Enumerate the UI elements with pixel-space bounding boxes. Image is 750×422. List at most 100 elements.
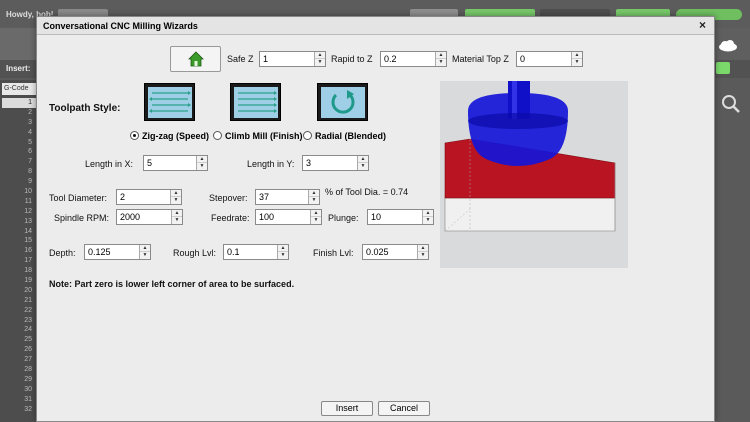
gcode-line-number: 10 <box>24 188 32 196</box>
increment-icon[interactable]: ▲ <box>140 245 150 252</box>
plunge-input[interactable]: 10 ▲ ▼ <box>367 209 434 225</box>
decrement-icon[interactable]: ▼ <box>315 59 325 66</box>
increment-icon[interactable]: ▲ <box>197 156 207 163</box>
zigzag-radio-label: Zig-zag (Speed) <box>142 131 209 141</box>
radial-icon <box>321 87 365 118</box>
radio-selected-icon <box>130 131 139 140</box>
increment-icon[interactable]: ▲ <box>358 156 368 163</box>
background-right-panel <box>715 78 750 422</box>
tool-diameter-value: 2 <box>120 192 126 202</box>
gcode-line-number: 6 <box>28 148 32 156</box>
length-x-value: 5 <box>147 158 153 168</box>
cancel-button[interactable]: Cancel <box>378 401 430 416</box>
increment-icon[interactable]: ▲ <box>572 52 582 59</box>
length-x-input[interactable]: 5 ▲ ▼ <box>143 155 208 171</box>
spindle-rpm-input[interactable]: 2000 ▲ ▼ <box>116 209 183 225</box>
gcode-tab[interactable]: G-Code <box>2 83 36 95</box>
gcode-line-number: 5 <box>28 138 32 146</box>
climb-mill-radio-label: Climb Mill (Finish) <box>225 131 303 141</box>
decrement-icon[interactable]: ▼ <box>171 197 181 204</box>
close-icon[interactable]: × <box>699 18 706 32</box>
gcode-line-number: 30 <box>24 385 32 393</box>
stepover-value: 37 <box>259 192 270 202</box>
gcode-line-number: 15 <box>24 237 32 245</box>
length-y-value: 3 <box>306 158 312 168</box>
increment-icon[interactable]: ▲ <box>311 210 321 217</box>
stepover-input[interactable]: 37 ▲ ▼ <box>255 189 320 205</box>
insert-button[interactable]: Insert <box>321 401 373 416</box>
home-icon <box>188 51 204 67</box>
increment-icon[interactable]: ▲ <box>172 210 182 217</box>
decrement-icon[interactable]: ▼ <box>278 252 288 259</box>
zoom-icon[interactable] <box>721 94 741 114</box>
increment-icon[interactable]: ▲ <box>436 52 446 59</box>
cnc-wizard-dialog: Conversational CNC Milling Wizards × Saf… <box>36 16 715 422</box>
toolpath-style-label: Toolpath Style: <box>49 103 121 114</box>
zigzag-icon <box>148 87 192 118</box>
insert-bar-label: Insert: <box>6 64 31 73</box>
rapid-to-z-input[interactable]: 0.2 ▲ ▼ <box>380 51 447 67</box>
feedrate-input[interactable]: 100 ▲ ▼ <box>255 209 322 225</box>
radial-radio-label: Radial (Blended) <box>315 131 387 141</box>
radial-toolpath-button[interactable] <box>317 83 368 121</box>
part-zero-note: Note: Part zero is lower left corner of … <box>49 279 295 289</box>
tool-diameter-input[interactable]: 2 ▲ ▼ <box>116 189 182 205</box>
gcode-line-number: 25 <box>24 336 32 344</box>
decrement-icon[interactable]: ▼ <box>436 59 446 66</box>
home-button[interactable] <box>170 46 221 72</box>
gcode-line-number: 14 <box>24 227 32 235</box>
increment-icon[interactable]: ▲ <box>423 210 433 217</box>
decrement-icon[interactable]: ▼ <box>423 217 433 224</box>
feedrate-label: Feedrate: <box>211 213 250 223</box>
material-top-z-input[interactable]: 0 ▲ ▼ <box>516 51 583 67</box>
increment-icon[interactable]: ▲ <box>171 190 181 197</box>
length-y-input[interactable]: 3 ▲ ▼ <box>302 155 369 171</box>
rough-lvl-label: Rough Lvl: <box>173 248 217 258</box>
gcode-line-number: 28 <box>24 366 32 374</box>
finish-lvl-input[interactable]: 0.025 ▲ ▼ <box>362 244 429 260</box>
rough-lvl-input[interactable]: 0.1 ▲ ▼ <box>223 244 289 260</box>
increment-icon[interactable]: ▲ <box>309 190 319 197</box>
stock-front-face <box>444 197 616 232</box>
gcode-line-number: 27 <box>24 356 32 364</box>
rapid-to-z-label: Rapid to Z <box>331 54 373 64</box>
decrement-icon[interactable]: ▼ <box>140 252 150 259</box>
stepover-label: Stepover: <box>209 193 248 203</box>
gcode-line-number: 31 <box>24 395 32 403</box>
zigzag-toolpath-button[interactable] <box>144 83 195 121</box>
length-y-label: Length in Y: <box>247 159 295 169</box>
decrement-icon[interactable]: ▼ <box>311 217 321 224</box>
decrement-icon[interactable]: ▼ <box>172 217 182 224</box>
increment-icon[interactable]: ▲ <box>315 52 325 59</box>
decrement-icon[interactable]: ▼ <box>572 59 582 66</box>
decrement-icon[interactable]: ▼ <box>418 252 428 259</box>
spindle-rpm-value: 2000 <box>120 212 141 222</box>
depth-label: Depth: <box>49 248 76 258</box>
plunge-label: Plunge: <box>328 213 359 223</box>
dialog-titlebar: Conversational CNC Milling Wizards × <box>37 17 714 35</box>
decrement-icon[interactable]: ▼ <box>197 163 207 170</box>
climb-mill-toolpath-button[interactable] <box>230 83 281 121</box>
radio-unselected-icon <box>213 131 222 140</box>
safe-z-label: Safe Z <box>227 54 254 64</box>
plunge-value: 10 <box>371 212 382 222</box>
stock-and-tool-render <box>444 81 616 232</box>
gcode-line-numbers: 1 2 3 4 5 6 7 8 9 10 11 12 13 14 15 16 17 18 19 20 21 22 23 24 2… <box>2 98 36 415</box>
gcode-line-number: 26 <box>24 346 32 354</box>
tool-diameter-label: Tool Diameter: <box>49 193 108 203</box>
depth-input[interactable]: 0.125 ▲ ▼ <box>84 244 151 260</box>
decrement-icon[interactable]: ▼ <box>309 197 319 204</box>
toolpath-3d-preview <box>440 81 628 268</box>
length-x-label: Length in X: <box>85 159 134 169</box>
gcode-line-number: 12 <box>24 207 32 215</box>
increment-icon[interactable]: ▲ <box>278 245 288 252</box>
rough-lvl-value: 0.1 <box>227 247 240 257</box>
safe-z-input[interactable]: 1 ▲ ▼ <box>259 51 326 67</box>
decrement-icon[interactable]: ▼ <box>358 163 368 170</box>
finish-lvl-label: Finish Lvl: <box>313 248 354 258</box>
gcode-line-number: 19 <box>24 277 32 285</box>
gcode-line-number: 24 <box>24 326 32 334</box>
increment-icon[interactable]: ▲ <box>418 245 428 252</box>
climb-mill-icon <box>234 87 278 118</box>
gcode-line-number: 16 <box>24 247 32 255</box>
